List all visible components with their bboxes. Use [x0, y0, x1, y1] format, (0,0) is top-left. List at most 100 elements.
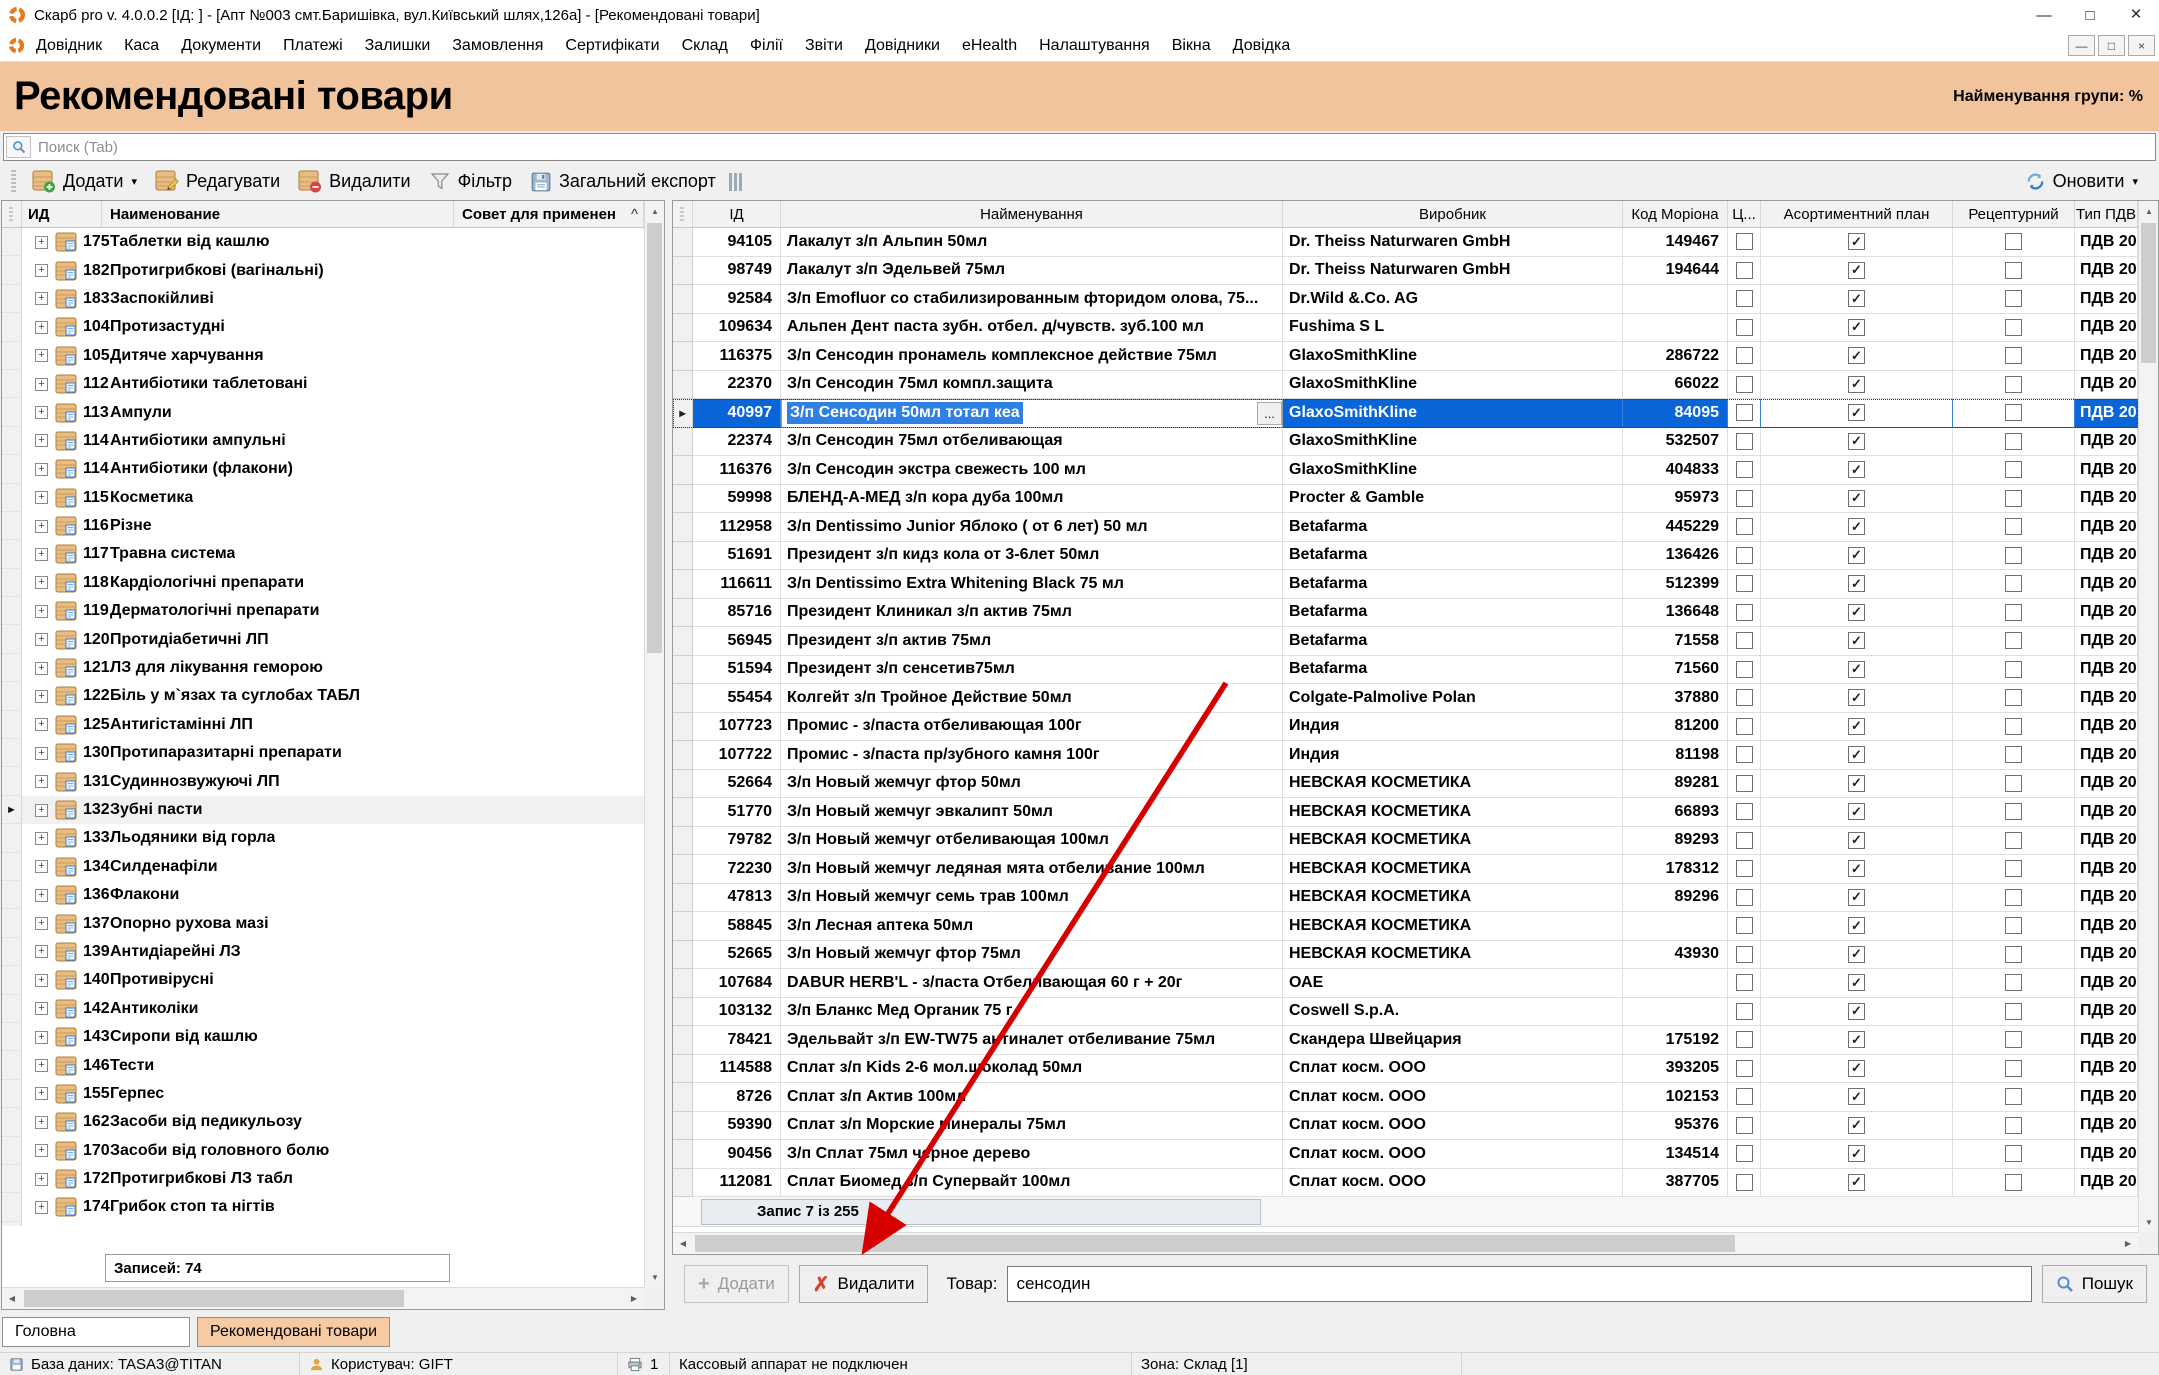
table-row[interactable]: 114588Сплат з/п Kids 2-6 мол.шоколад 50м…: [673, 1055, 2138, 1084]
checkbox[interactable]: [1736, 946, 1753, 963]
table-row[interactable]: 116376З/п Сенсодин экстра свежесть 100 м…: [673, 456, 2138, 485]
tree-row[interactable]: +120Протидіабетичні ЛП: [2, 625, 644, 653]
checkbox[interactable]: [1736, 404, 1753, 421]
checkbox[interactable]: [2005, 803, 2022, 820]
add-product-button[interactable]: + Додати: [684, 1265, 789, 1303]
product-filter-input[interactable]: [1007, 1266, 2031, 1302]
table-row[interactable]: 107722Промис - з/паста пр/зубного камня …: [673, 741, 2138, 770]
expand-plus-icon[interactable]: +: [35, 321, 48, 334]
export-button[interactable]: Загальний експорт: [521, 167, 725, 197]
product-search-button[interactable]: Пошук: [2042, 1265, 2147, 1303]
expand-plus-icon[interactable]: +: [35, 917, 48, 930]
checkbox[interactable]: [1736, 547, 1753, 564]
tree-row[interactable]: +119Дерматологічні препарати: [2, 597, 644, 625]
checkbox[interactable]: [1736, 1174, 1753, 1191]
table-column-morion-code[interactable]: Код Моріона: [1623, 201, 1728, 227]
checkbox[interactable]: ✓: [1848, 433, 1865, 450]
tree-row[interactable]: +133Льодяники від горла: [2, 824, 644, 852]
table-row[interactable]: 112958З/п Dentissimo Junior Яблоко ( от …: [673, 513, 2138, 542]
checkbox[interactable]: [2005, 233, 2022, 250]
table-column-assortment-plan[interactable]: Асортиментний план: [1761, 201, 1953, 227]
tree-column-id[interactable]: ИД: [22, 201, 102, 227]
tree-row[interactable]: +146Тести: [2, 1051, 644, 1079]
table-row[interactable]: 109634Альпен Дент паста зубн. отбел. д/ч…: [673, 314, 2138, 343]
checkbox[interactable]: ✓: [1848, 376, 1865, 393]
tree-row[interactable]: +185Венотоніки мазі: [2, 1222, 644, 1226]
tree-row[interactable]: +172Протигрибкові ЛЗ табл: [2, 1165, 644, 1193]
checkbox[interactable]: ✓: [1848, 746, 1865, 763]
checkbox[interactable]: [2005, 1117, 2022, 1134]
tree-row[interactable]: +125Антигістамінні ЛП: [2, 711, 644, 739]
filter-button[interactable]: Фільтр: [420, 167, 521, 196]
checkbox[interactable]: [2005, 433, 2022, 450]
checkbox[interactable]: ✓: [1848, 860, 1865, 877]
table-row[interactable]: 52664З/п Новый жемчуг фтор 50млНЕВСКАЯ К…: [673, 770, 2138, 799]
expand-plus-icon[interactable]: +: [35, 264, 48, 277]
menu-item[interactable]: Залишки: [354, 32, 442, 60]
expand-plus-icon[interactable]: +: [35, 1201, 48, 1214]
checkbox[interactable]: ✓: [1848, 1088, 1865, 1105]
expand-plus-icon[interactable]: +: [35, 406, 48, 419]
table-column-manufacturer[interactable]: Виробник: [1283, 201, 1623, 227]
expand-plus-icon[interactable]: +: [35, 662, 48, 675]
tree-row[interactable]: +162Засоби від педикульозу: [2, 1108, 644, 1136]
checkbox[interactable]: [1736, 233, 1753, 250]
expand-plus-icon[interactable]: +: [35, 292, 48, 305]
checkbox[interactable]: [1736, 1031, 1753, 1048]
checkbox[interactable]: [2005, 1031, 2022, 1048]
table-row[interactable]: 107723Промис - з/паста отбеливающая 100г…: [673, 713, 2138, 742]
tab-recommended-products[interactable]: Рекомендовані товари: [197, 1317, 390, 1347]
search-box[interactable]: [3, 133, 2156, 161]
expand-plus-icon[interactable]: +: [35, 718, 48, 731]
expand-plus-icon[interactable]: +: [35, 349, 48, 362]
scrollbar-thumb[interactable]: [647, 223, 662, 653]
scroll-left-icon[interactable]: ◀: [2, 1288, 22, 1308]
checkbox[interactable]: ✓: [1848, 974, 1865, 991]
expand-plus-icon[interactable]: +: [35, 1087, 48, 1100]
checkbox[interactable]: ✓: [1848, 632, 1865, 649]
checkbox[interactable]: ✓: [1848, 461, 1865, 478]
checkbox[interactable]: ✓: [1848, 347, 1865, 364]
checkbox[interactable]: [2005, 319, 2022, 336]
checkbox[interactable]: [1736, 290, 1753, 307]
checkbox[interactable]: [1736, 718, 1753, 735]
table-row[interactable]: 112081Сплат Биомед з/п Супервайт 100млСп…: [673, 1169, 2138, 1198]
expand-plus-icon[interactable]: +: [35, 889, 48, 902]
checkbox[interactable]: ✓: [1848, 518, 1865, 535]
table-row[interactable]: 8726Сплат з/п Актив 100млСплат косм. ООО…: [673, 1083, 2138, 1112]
checkbox[interactable]: [1736, 433, 1753, 450]
checkbox[interactable]: [1736, 1060, 1753, 1077]
expand-plus-icon[interactable]: +: [35, 974, 48, 987]
expand-plus-icon[interactable]: +: [35, 832, 48, 845]
scroll-down-icon[interactable]: ▼: [2139, 1212, 2159, 1232]
add-button[interactable]: Додати ▾: [23, 166, 146, 197]
table-row[interactable]: ▸40997З/п Сенсодин 50мл тотал кеа...Glax…: [673, 399, 2138, 428]
menu-item[interactable]: Довідка: [1222, 32, 1302, 60]
table-column-prescription[interactable]: Рецептурний: [1953, 201, 2075, 227]
expand-plus-icon[interactable]: +: [35, 491, 48, 504]
tree-row[interactable]: +139Антидіарейні ЛЗ: [2, 938, 644, 966]
tab-home[interactable]: Головна: [2, 1317, 190, 1347]
checkbox[interactable]: ✓: [1848, 262, 1865, 279]
checkbox[interactable]: [1736, 604, 1753, 621]
close-icon[interactable]: ×: [2113, 0, 2159, 30]
columns-grid-icon[interactable]: [729, 173, 744, 191]
checkbox[interactable]: [2005, 518, 2022, 535]
expand-plus-icon[interactable]: +: [35, 463, 48, 476]
tree-row[interactable]: +117Травна система: [2, 540, 644, 568]
tree-column-advice[interactable]: Совет для применен ^: [454, 201, 644, 227]
table-row[interactable]: 51770З/п Новый жемчуг эвкалипт 50млНЕВСК…: [673, 798, 2138, 827]
checkbox[interactable]: ✓: [1848, 889, 1865, 906]
menu-item[interactable]: Звіти: [794, 32, 854, 60]
checkbox[interactable]: [1736, 575, 1753, 592]
checkbox[interactable]: [2005, 376, 2022, 393]
table-row[interactable]: 22370З/п Сенсодин 75мл компл.защитаGlaxo…: [673, 371, 2138, 400]
checkbox[interactable]: ✓: [1848, 775, 1865, 792]
checkbox[interactable]: ✓: [1848, 575, 1865, 592]
expand-plus-icon[interactable]: +: [35, 576, 48, 589]
checkbox[interactable]: [2005, 490, 2022, 507]
scrollbar-thumb[interactable]: [24, 1290, 404, 1307]
scrollbar-thumb[interactable]: [2141, 223, 2156, 363]
checkbox[interactable]: [2005, 262, 2022, 279]
checkbox[interactable]: [1736, 661, 1753, 678]
